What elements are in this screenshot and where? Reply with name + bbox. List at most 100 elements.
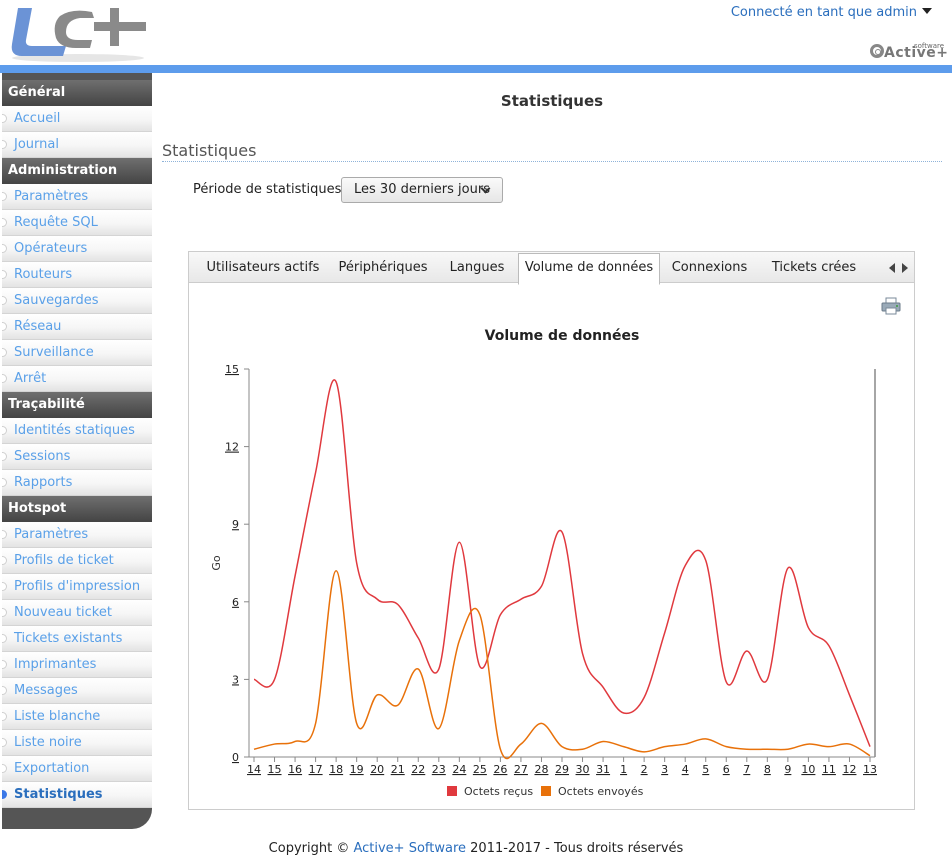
tab-scroll-right-icon[interactable]	[902, 263, 908, 273]
bullet-icon	[2, 322, 7, 331]
sidebar-item[interactable]: Messages	[2, 678, 152, 704]
brand-logo: software Active+	[870, 42, 948, 62]
sidebar-item[interactable]: Statistiques	[2, 782, 152, 808]
y-tick-label: 0	[232, 751, 239, 764]
x-tick-label: 9	[784, 763, 791, 776]
bullet-icon	[2, 660, 7, 669]
bullet-icon	[2, 114, 7, 123]
data-volume-chart: Volume de donnéesGo0369121514 15 16 17 18 19 2…	[210, 328, 877, 798]
bullet-icon	[2, 764, 7, 773]
sidebar-item[interactable]: Liste noire	[2, 730, 152, 756]
x-tick-label: 7	[743, 763, 750, 776]
sidebar-item-label: Paramètres	[14, 189, 89, 204]
page-title: Statistiques	[500, 92, 604, 110]
x-tick-label: 31	[596, 763, 610, 776]
sidebar-item[interactable]: Réseau	[2, 314, 152, 340]
tab[interactable]: Tickets crées	[759, 252, 869, 283]
bullet-icon	[2, 452, 7, 461]
bullet-icon	[2, 270, 7, 279]
user-menu-label: Connecté en tant que admin	[730, 5, 917, 20]
period-select-value: Les 30 derniers jours	[354, 182, 490, 197]
series-line-sent	[253, 570, 871, 759]
series-line-received	[253, 379, 871, 747]
sidebar-item[interactable]: Arrêt	[2, 366, 152, 392]
tab[interactable]: Connexions	[660, 252, 759, 283]
sidebar-item[interactable]: Nouveau ticket	[2, 600, 152, 626]
period-select[interactable]: Les 30 derniers jours	[341, 177, 503, 203]
sidebar-item[interactable]: Rapports	[2, 470, 152, 496]
tab-scroll-left-icon[interactable]	[889, 263, 895, 273]
sidebar-item[interactable]: Imprimantes	[2, 652, 152, 678]
sidebar-item[interactable]: Identités statiques	[2, 418, 152, 444]
tab[interactable]: Volume de données	[518, 253, 660, 285]
footer-prefix: Copyright ©	[268, 841, 354, 856]
bullet-icon	[2, 374, 7, 383]
sidebar-item[interactable]: Profils d'impression	[2, 574, 152, 600]
legend-label: Octets envoyés	[558, 785, 644, 798]
sidebar-item[interactable]: Accueil	[2, 106, 152, 132]
chart-title: Volume de données	[485, 328, 640, 344]
x-tick-label: 20	[370, 763, 384, 776]
tab[interactable]: Langues	[438, 252, 516, 283]
sidebar-item[interactable]: Sauvegardes	[2, 288, 152, 314]
sidebar-item-label: Liste blanche	[14, 709, 101, 724]
header: Connecté en tant que admin software Acti…	[0, 0, 952, 66]
sidebar-item[interactable]: Sessions	[2, 444, 152, 470]
x-tick-label: 19	[350, 763, 364, 776]
x-tick-label: 17	[309, 763, 323, 776]
bullet-icon	[2, 192, 7, 201]
bullet-icon	[2, 140, 7, 149]
sidebar-item-label: Accueil	[14, 111, 61, 126]
sidebar-item[interactable]: Journal	[2, 132, 152, 158]
user-menu[interactable]: Connecté en tant que admin	[731, 5, 932, 20]
bullet-icon	[2, 244, 7, 253]
sidebar-item[interactable]: Liste blanche	[2, 704, 152, 730]
sidebar-item[interactable]: Tickets existants	[2, 626, 152, 652]
section-title: Statistiques	[162, 141, 942, 162]
x-tick-label: 16	[288, 763, 302, 776]
sidebar-item[interactable]: Paramètres	[2, 184, 152, 210]
x-tick-label: 21	[391, 763, 405, 776]
chart-panel: Utilisateurs actifs Périphériques Langues V…	[188, 251, 915, 810]
caret-down-icon	[922, 8, 932, 14]
bullet-icon	[2, 218, 7, 227]
footer: Copyright © Active+ Software 2011-2017 -…	[0, 841, 952, 856]
sidebar-item-label: Paramètres	[14, 527, 89, 542]
x-tick-label: 3	[661, 763, 668, 776]
sidebar-item-label: Sauvegardes	[14, 293, 99, 308]
sidebar-item[interactable]: Profils de ticket	[2, 548, 152, 574]
sidebar-item[interactable]: Surveillance	[2, 340, 152, 366]
sidebar-item-label: Identités statiques	[14, 423, 135, 438]
brand-name: Active+	[884, 45, 949, 61]
bullet-icon	[2, 634, 7, 643]
bullet-icon	[2, 478, 7, 487]
x-tick-label: 27	[514, 763, 528, 776]
sidebar-item-label: Routeurs	[14, 267, 73, 282]
sidebar-item[interactable]: Exportation	[2, 756, 152, 782]
x-tick-label: 25	[473, 763, 487, 776]
x-tick-label: 26	[493, 763, 507, 776]
bullet-icon	[2, 426, 7, 435]
x-tick-label: 28	[534, 763, 548, 776]
sidebar-item[interactable]: Routeurs	[2, 262, 152, 288]
legend-swatch	[541, 786, 551, 796]
sidebar-item-label: Profils de ticket	[14, 553, 114, 568]
tab[interactable]: Utilisateurs actifs	[199, 252, 327, 283]
lc-plus-logo	[11, 8, 146, 62]
sidebar-item[interactable]: Paramètres	[2, 522, 152, 548]
x-tick-label: 10	[801, 763, 815, 776]
y-axis-label: Go	[210, 555, 223, 571]
sidebar-item[interactable]: Opérateurs	[2, 236, 152, 262]
bullet-icon	[2, 296, 7, 305]
sidebar-item[interactable]: Requête SQL	[2, 210, 152, 236]
y-tick-label: 9	[232, 518, 239, 531]
sidebar-section-title: Traçabilité	[2, 392, 152, 418]
tab[interactable]: Périphériques	[329, 252, 437, 283]
sidebar-item-label: Exportation	[14, 761, 90, 776]
footer-link[interactable]: Active+ Software	[353, 841, 466, 856]
bullet-icon	[2, 608, 7, 617]
x-tick-label: 14	[247, 763, 261, 776]
x-tick-label: 15	[268, 763, 282, 776]
sidebar-section-title: Administration	[2, 158, 152, 184]
x-tick-label: 18	[329, 763, 343, 776]
